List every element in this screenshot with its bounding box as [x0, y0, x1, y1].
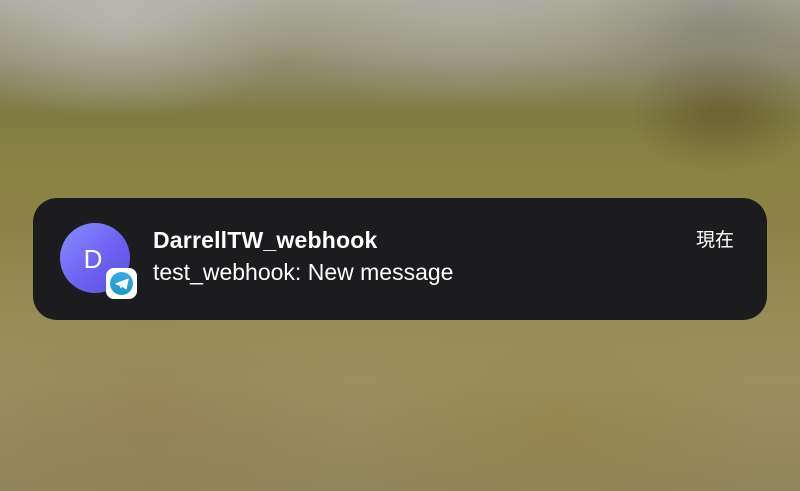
avatar-initial: D — [83, 243, 103, 274]
notification-banner[interactable]: D DarrellTW_webhook test_webhook: New me… — [33, 198, 767, 320]
telegram-icon — [106, 268, 137, 299]
paper-plane-icon — [114, 278, 129, 289]
telegram-logo — [110, 272, 133, 295]
notification-title: DarrellTW_webhook — [153, 227, 378, 253]
notification-message: test_webhook: New message — [153, 259, 454, 285]
notification-time: 現在 — [695, 229, 734, 251]
